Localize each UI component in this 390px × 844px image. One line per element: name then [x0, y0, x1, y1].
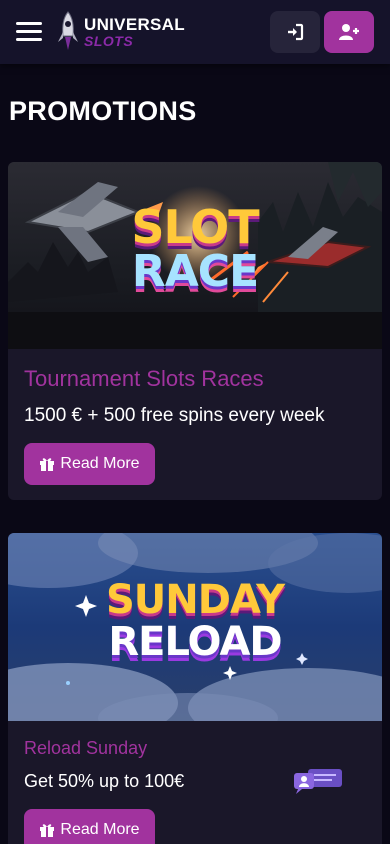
promotion-banner[interactable]: SLOT RACE [8, 162, 382, 349]
logo-title: UNIVERSAL [84, 15, 185, 34]
site-logo[interactable]: UNIVERSAL SLOTS [56, 10, 185, 54]
promotion-title[interactable]: Tournament Slots Races [24, 366, 264, 392]
user-plus-icon [339, 24, 359, 40]
read-more-label: Read More [60, 455, 140, 472]
promotion-banner[interactable]: SUNDAY RELOAD [8, 533, 382, 721]
read-more-button[interactable]: Read More [24, 809, 155, 844]
login-button[interactable] [270, 11, 320, 53]
sign-in-icon [288, 23, 304, 41]
page-title: PROMOTIONS [9, 96, 197, 126]
top-header: UNIVERSAL SLOTS [0, 0, 390, 64]
logo-subtitle: SLOTS [84, 33, 134, 49]
menu-icon[interactable] [16, 22, 42, 42]
promotion-title[interactable]: Reload Sunday [24, 738, 147, 759]
promotion-card: SLOT RACE Tournament Slots Races 1500 € … [8, 162, 382, 500]
read-more-label: Read More [60, 821, 140, 838]
banner-headline-line2: RELOAD [108, 619, 282, 665]
banner-headline-line2: RACE [131, 246, 259, 297]
promotion-description: 1500 € + 500 free spins every week [24, 405, 325, 426]
chat-icon[interactable] [294, 767, 344, 795]
gift-icon [40, 824, 55, 837]
banner-headline-line1: SUNDAY [105, 577, 285, 623]
promotion-description: Get 50% up to 100€ [24, 771, 185, 791]
register-button[interactable] [324, 11, 374, 53]
read-more-button[interactable]: Read More [24, 443, 155, 485]
gift-icon [40, 458, 55, 471]
promotion-card: SUNDAY RELOAD Reload Sunday Get 50% up t… [8, 533, 382, 844]
rocket-logo-icon [58, 11, 78, 50]
